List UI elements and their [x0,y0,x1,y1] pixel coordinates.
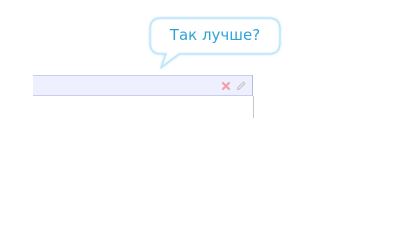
tooltip-bubble: Так лучше? [149,17,281,70]
pencil-icon[interactable] [235,80,247,92]
canvas: Так лучше? [0,0,419,251]
panel-divider [253,96,254,118]
tooltip-text: Так лучше? [169,26,261,44]
panel-actions [220,79,247,93]
panel-header [33,75,253,96]
close-icon[interactable] [220,80,232,92]
